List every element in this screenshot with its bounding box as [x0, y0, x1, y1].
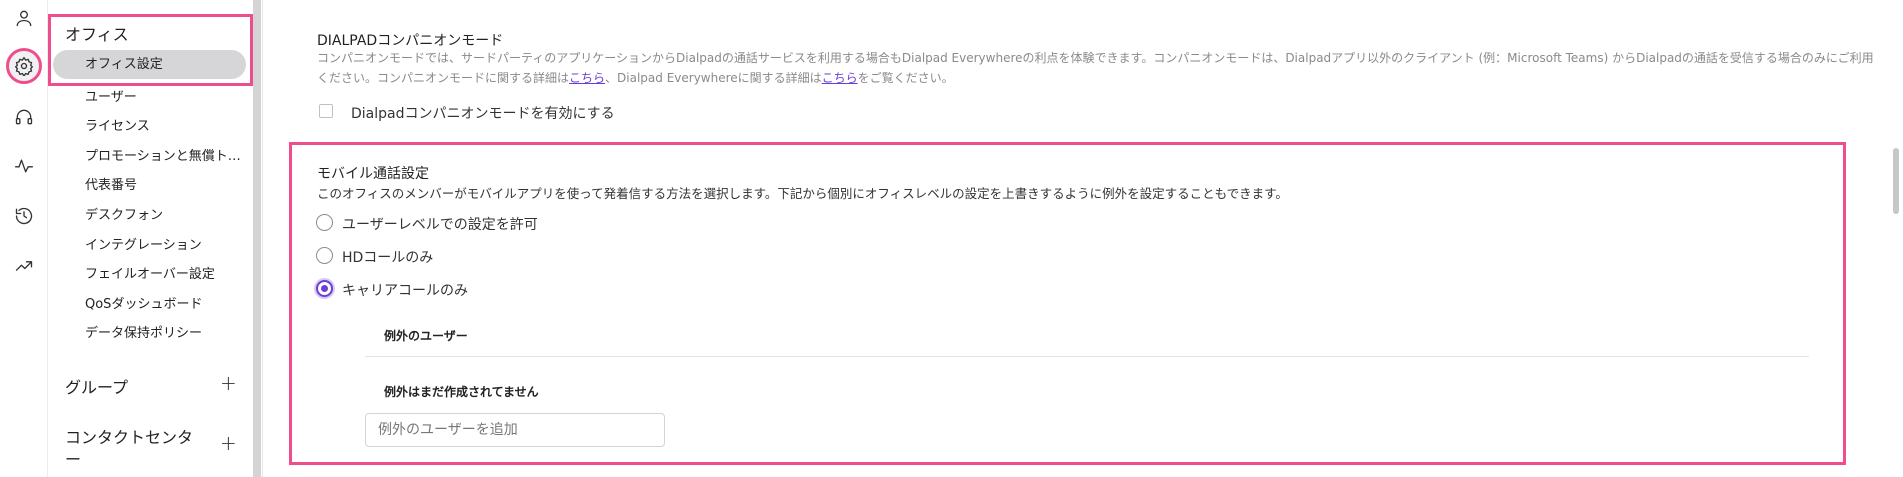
trending-icon[interactable]: [8, 250, 40, 282]
sidebar-item-failover[interactable]: フェイルオーバー設定: [85, 263, 250, 282]
radio-user-level[interactable]: [316, 214, 333, 231]
mobile-calling-desc: このオフィスのメンバーがモバイルアプリを使って発着信する方法を選択します。下記か…: [317, 186, 1288, 201]
contact-center-section-title-wrap: ー: [65, 450, 82, 469]
companion-mode-desc-line1: コンパニオンモードでは、サードパーティのアプリケーションからDialpadの通話…: [317, 51, 1874, 65]
exceptions-header: 例外のユーザー: [384, 329, 468, 343]
dialpad-everywhere-link[interactable]: こちら: [822, 71, 858, 85]
app-window: オフィス オフィス設定 ユーザー ライセンス プロモーションと無償トラ... 代…: [0, 0, 1903, 477]
history-icon[interactable]: [8, 200, 40, 232]
add-group-icon[interactable]: +: [220, 371, 237, 395]
user-icon[interactable]: [8, 2, 40, 34]
contact-center-section-title[interactable]: コンタクトセンタ: [65, 424, 193, 448]
gear-icon[interactable]: [6, 48, 42, 84]
exceptions-divider: [365, 356, 1809, 357]
companion-mode-checkbox[interactable]: [319, 104, 333, 118]
sidebar-scrollbar[interactable]: [253, 0, 261, 477]
companion-mode-checkbox-label[interactable]: Dialpadコンパニオンモードを有効にする: [351, 103, 615, 123]
radio-carrier-call-only[interactable]: [316, 280, 333, 297]
sidebar-item-office-settings[interactable]: オフィス設定: [53, 50, 246, 79]
radio-hd-call-only[interactable]: [316, 247, 333, 264]
sidebar-item-desk-phones[interactable]: デスクフォン: [85, 204, 250, 223]
no-exceptions-text: 例外はまだ作成されてません: [384, 385, 539, 399]
companion-mode-title: DIALPADコンパニオンモード: [317, 33, 504, 49]
settings-sidebar: オフィス オフィス設定 ユーザー ライセンス プロモーションと無償トラ... 代…: [48, 0, 254, 477]
radio-carrier-call-only-label[interactable]: キャリアコールのみ: [342, 280, 468, 300]
sidebar-item-data-retention[interactable]: データ保持ポリシー: [85, 322, 250, 341]
companion-desc-text-c: をご覧ください。: [857, 71, 954, 85]
mobile-calling-title: モバイル通話設定: [317, 166, 429, 182]
sidebar-item-promotions[interactable]: プロモーションと無償トラ...: [85, 145, 250, 164]
headset-icon[interactable]: [8, 101, 40, 133]
groups-section-title[interactable]: グループ: [65, 374, 128, 398]
sidebar-item-integrations[interactable]: インテグレーション: [85, 234, 250, 253]
activity-icon[interactable]: [8, 150, 40, 182]
companion-desc-text-a: ください。コンパニオンモードに関する詳細は: [317, 71, 570, 85]
icon-rail: [0, 0, 48, 477]
sidebar-item-licenses[interactable]: ライセンス: [85, 115, 250, 134]
add-contact-center-icon[interactable]: +: [220, 431, 237, 455]
sidebar-item-users[interactable]: ユーザー: [85, 86, 250, 105]
main-scrollbar[interactable]: [1893, 148, 1899, 214]
companion-desc-text-b: 、Dialpad Everywhereに関する詳細は: [605, 71, 822, 85]
radio-hd-call-only-label[interactable]: HDコールのみ: [342, 247, 433, 267]
companion-mode-desc-line2: ください。コンパニオンモードに関する詳細はこちら、Dialpad Everywh…: [317, 68, 954, 88]
add-exception-user-input[interactable]: 例外のユーザーを追加: [365, 413, 665, 447]
radio-user-level-label[interactable]: ユーザーレベルでの設定を許可: [342, 214, 538, 234]
sidebar-item-qos-dashboard[interactable]: QoSダッシュボード: [85, 293, 250, 312]
office-section-title[interactable]: オフィス: [65, 21, 129, 45]
companion-mode-link[interactable]: こちら: [569, 71, 605, 85]
sidebar-item-main-numbers[interactable]: 代表番号: [85, 174, 250, 193]
